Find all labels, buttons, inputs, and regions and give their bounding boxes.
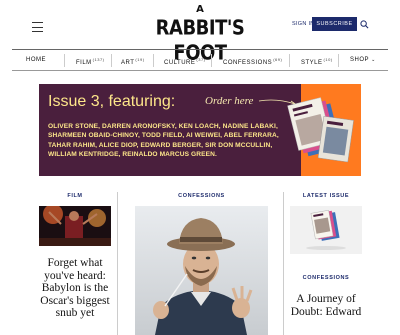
nav-divider xyxy=(153,54,154,67)
section-label-confessions-secondary[interactable]: CONFESSIONS xyxy=(290,275,362,281)
nav-item-shop[interactable]: SHOP ⌄ xyxy=(350,57,376,63)
nav-bottom-rule xyxy=(12,70,388,71)
confessions-feature-image[interactable] xyxy=(135,206,268,335)
order-here-link[interactable]: Order here xyxy=(205,95,253,107)
featured-names: OLIVER STONE, DARREN ARONOFSKY, KEN LOAC… xyxy=(48,123,279,158)
column-divider xyxy=(283,192,284,335)
nav-item-film[interactable]: FILM(137) xyxy=(76,57,105,66)
section-label-film[interactable]: FILM xyxy=(39,193,111,199)
nav-divider xyxy=(111,54,112,67)
magazine-stack-image xyxy=(287,97,354,163)
issue-promo-banner[interactable]: Issue 3, featuring: Order here OLIVER ST… xyxy=(39,84,361,176)
confessions-article-headline[interactable]: A Journey of Doubt: Edward xyxy=(288,293,364,318)
nav-top-rule xyxy=(12,49,388,50)
nav-item-confessions[interactable]: CONFESSIONS(69) xyxy=(223,57,282,66)
nav-item-culture[interactable]: CULTURE(37) xyxy=(164,57,206,66)
subscribe-button[interactable]: SUBSCRIBE xyxy=(312,17,357,31)
latest-issue-image[interactable] xyxy=(290,206,362,254)
logo-top-letter: A xyxy=(196,4,204,15)
column-divider xyxy=(117,192,118,335)
nav-divider xyxy=(211,54,212,67)
nav-item-style[interactable]: STYLE(10) xyxy=(301,57,333,66)
main-nav: HOME FILM(137) ART(19) CULTURE(37) CONFE… xyxy=(12,52,388,69)
nav-item-art[interactable]: ART(19) xyxy=(121,57,145,66)
hamburger-icon[interactable] xyxy=(32,22,43,32)
nav-divider xyxy=(289,54,290,67)
nav-divider xyxy=(338,54,339,67)
search-icon[interactable] xyxy=(360,20,369,29)
section-label-latest-issue[interactable]: LATEST ISSUE xyxy=(290,193,362,199)
banner-heading: Issue 3, featuring: xyxy=(48,93,176,110)
chevron-down-icon: ⌄ xyxy=(371,57,376,63)
nav-divider xyxy=(64,54,65,67)
film-article-headline[interactable]: Forget what you've heard: Babylon is the… xyxy=(39,257,111,320)
film-article-image[interactable] xyxy=(39,206,111,246)
section-label-confessions[interactable]: CONFESSIONS xyxy=(135,193,268,199)
nav-item-home[interactable]: HOME xyxy=(26,57,46,63)
